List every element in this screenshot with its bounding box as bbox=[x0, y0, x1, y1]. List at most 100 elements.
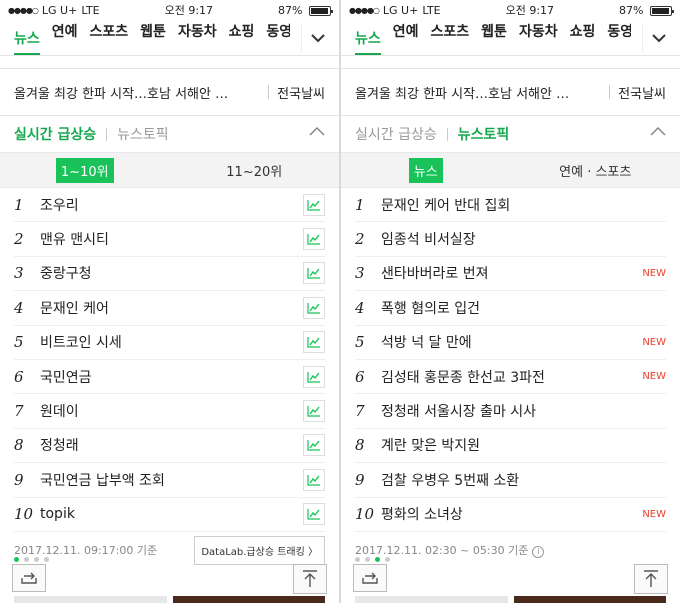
page-dot[interactable] bbox=[355, 557, 360, 562]
datalab-button[interactable]: DataLab.급상승 트래킹 〉 bbox=[194, 535, 325, 565]
topic-title[interactable]: 정청래 서울시장 출마 시사 bbox=[381, 401, 666, 421]
keyword[interactable]: 맨유 맨시티 bbox=[40, 229, 303, 249]
tab-realtime-rising[interactable]: 실시간 급상승 bbox=[14, 124, 96, 144]
list-item[interactable]: 5 비트코인 시세 bbox=[14, 326, 325, 360]
chevron-up-icon[interactable] bbox=[650, 126, 666, 136]
weather-link[interactable]: 전국날씨 bbox=[277, 83, 325, 102]
tab-video[interactable]: 동영 bbox=[266, 21, 290, 55]
chevron-up-icon[interactable] bbox=[309, 126, 325, 136]
share-button[interactable] bbox=[353, 564, 387, 592]
trend-chart-button[interactable] bbox=[303, 434, 325, 457]
list-item[interactable]: 1 조우리 bbox=[14, 188, 325, 223]
expand-tabs-button[interactable] bbox=[642, 24, 674, 52]
topic-title[interactable]: 임종석 비서실장 bbox=[381, 229, 666, 249]
list-item[interactable]: 1 문재인 케어 반대 집회 bbox=[355, 188, 666, 223]
topic-title[interactable]: 폭행 혐의로 입건 bbox=[381, 298, 666, 318]
tab-sports[interactable]: 스포츠 bbox=[90, 21, 129, 55]
trend-chart-button[interactable] bbox=[303, 296, 325, 319]
page-dot[interactable] bbox=[34, 557, 39, 562]
topic-title[interactable]: 검찰 우병우 5번째 소환 bbox=[381, 470, 666, 490]
page-dot[interactable] bbox=[44, 557, 49, 562]
list-item[interactable]: 3 중랑구청 bbox=[14, 257, 325, 292]
keyword[interactable]: 국민연금 납부액 조회 bbox=[40, 470, 303, 490]
tab-car[interactable]: 자동차 bbox=[178, 21, 217, 55]
tab-topic-entertainment-sports[interactable]: 연예 · 스포츠 bbox=[511, 153, 680, 187]
topic-title[interactable]: 문재인 케어 반대 집회 bbox=[381, 195, 666, 215]
scroll-top-button[interactable] bbox=[634, 564, 668, 594]
trend-chart-button[interactable] bbox=[303, 331, 325, 354]
topic-title[interactable]: 김성태 홍문종 한선교 3파전 bbox=[381, 367, 642, 387]
keyword[interactable]: 중랑구청 bbox=[40, 263, 303, 283]
keyword[interactable]: 국민연금 bbox=[40, 367, 303, 387]
list-item[interactable]: 8 정청래 bbox=[14, 429, 325, 464]
list-item[interactable]: 10 평화의 소녀상 NEW bbox=[355, 498, 666, 532]
list-item[interactable]: 7 원데이 bbox=[14, 394, 325, 429]
tab-shopping[interactable]: 쇼핑 bbox=[229, 21, 255, 55]
page-dot[interactable] bbox=[375, 557, 380, 562]
list-item[interactable]: 5 석방 넉 달 만에 NEW bbox=[355, 326, 666, 360]
expand-tabs-button[interactable] bbox=[301, 24, 333, 52]
tab-entertainment[interactable]: 연예 bbox=[52, 21, 78, 55]
tab-car[interactable]: 자동차 bbox=[519, 21, 558, 55]
trend-chart-button[interactable] bbox=[303, 503, 325, 526]
tab-rank-11-20[interactable]: 11~20위 bbox=[170, 153, 340, 187]
tab-topic-news[interactable]: 뉴스 bbox=[341, 153, 511, 187]
topic-title[interactable]: 계란 맞은 박지원 bbox=[381, 435, 666, 455]
list-item[interactable]: 9 국민연금 납부액 조회 bbox=[14, 463, 325, 498]
keyword[interactable]: 조우리 bbox=[40, 195, 303, 215]
list-item[interactable]: 2 맨유 맨시티 bbox=[14, 222, 325, 257]
tab-webtoon[interactable]: 웹툰 bbox=[481, 21, 507, 55]
keyword[interactable]: topik bbox=[40, 506, 303, 522]
trend-chart-button[interactable] bbox=[303, 228, 325, 251]
thumbnail[interactable] bbox=[172, 596, 325, 603]
topic-title[interactable]: 샌타바버라로 번져 bbox=[381, 263, 642, 283]
page-dot[interactable] bbox=[365, 557, 370, 562]
tab-sports[interactable]: 스포츠 bbox=[431, 21, 470, 55]
list-item[interactable]: 7 정청래 서울시장 출마 시사 bbox=[355, 394, 666, 429]
headline-link[interactable]: 올겨울 최강 한파 시작…호남 서해안 … bbox=[14, 83, 260, 102]
list-item[interactable]: 10 topik bbox=[14, 498, 325, 532]
list-item[interactable]: 6 김성태 홍문종 한선교 3파전 NEW bbox=[355, 360, 666, 395]
list-item[interactable]: 2 임종석 비서실장 bbox=[355, 222, 666, 257]
rank-number: 10 bbox=[14, 505, 34, 524]
thumbnail[interactable] bbox=[14, 596, 167, 603]
topic-title[interactable]: 석방 넉 달 만에 bbox=[381, 332, 642, 352]
tab-webtoon[interactable]: 웹툰 bbox=[140, 21, 166, 55]
page-dot[interactable] bbox=[385, 557, 390, 562]
topic-title[interactable]: 평화의 소녀상 bbox=[381, 504, 642, 524]
keyword[interactable]: 비트코인 시세 bbox=[40, 332, 303, 352]
tab-video[interactable]: 동영 bbox=[607, 21, 631, 55]
list-item[interactable]: 8 계란 맞은 박지원 bbox=[355, 429, 666, 464]
trend-chart-button[interactable] bbox=[303, 193, 325, 216]
headline-link[interactable]: 올겨울 최강 한파 시작…호남 서해안 … bbox=[355, 83, 601, 102]
page-dot[interactable] bbox=[24, 557, 29, 562]
tab-news[interactable]: 뉴스 bbox=[355, 28, 381, 55]
list-item[interactable]: 4 폭행 혐의로 입건 bbox=[355, 291, 666, 326]
keyword[interactable]: 원데이 bbox=[40, 401, 303, 421]
keyword[interactable]: 정청래 bbox=[40, 435, 303, 455]
list-item[interactable]: 3 샌타바버라로 번져 NEW bbox=[355, 257, 666, 292]
share-button[interactable] bbox=[12, 564, 46, 592]
trend-chart-button[interactable] bbox=[303, 365, 325, 388]
tab-label: 연예 · 스포츠 bbox=[559, 164, 632, 180]
list-item[interactable]: 6 국민연금 bbox=[14, 360, 325, 395]
tab-entertainment[interactable]: 연예 bbox=[393, 21, 419, 55]
info-icon[interactable]: i bbox=[532, 545, 545, 558]
list-item[interactable]: 9 검찰 우병우 5번째 소환 bbox=[355, 463, 666, 498]
thumbnail[interactable] bbox=[355, 596, 508, 603]
trend-chart-button[interactable] bbox=[303, 262, 325, 285]
tab-realtime-rising[interactable]: 실시간 급상승 bbox=[355, 124, 437, 144]
trend-chart-button[interactable] bbox=[303, 468, 325, 491]
page-dot[interactable] bbox=[14, 557, 19, 562]
tab-news[interactable]: 뉴스 bbox=[14, 28, 40, 55]
tab-news-topic[interactable]: 뉴스토픽 bbox=[117, 124, 169, 144]
tab-shopping[interactable]: 쇼핑 bbox=[570, 21, 596, 55]
keyword[interactable]: 문재인 케어 bbox=[40, 298, 303, 318]
tab-rank-1-10[interactable]: 1~10위 bbox=[0, 153, 170, 187]
trend-chart-button[interactable] bbox=[303, 400, 325, 423]
thumbnail[interactable] bbox=[513, 596, 666, 603]
scroll-top-button[interactable] bbox=[293, 564, 327, 594]
tab-news-topic[interactable]: 뉴스토픽 bbox=[458, 124, 510, 144]
list-item[interactable]: 4 문재인 케어 bbox=[14, 291, 325, 326]
weather-link[interactable]: 전국날씨 bbox=[618, 83, 666, 102]
